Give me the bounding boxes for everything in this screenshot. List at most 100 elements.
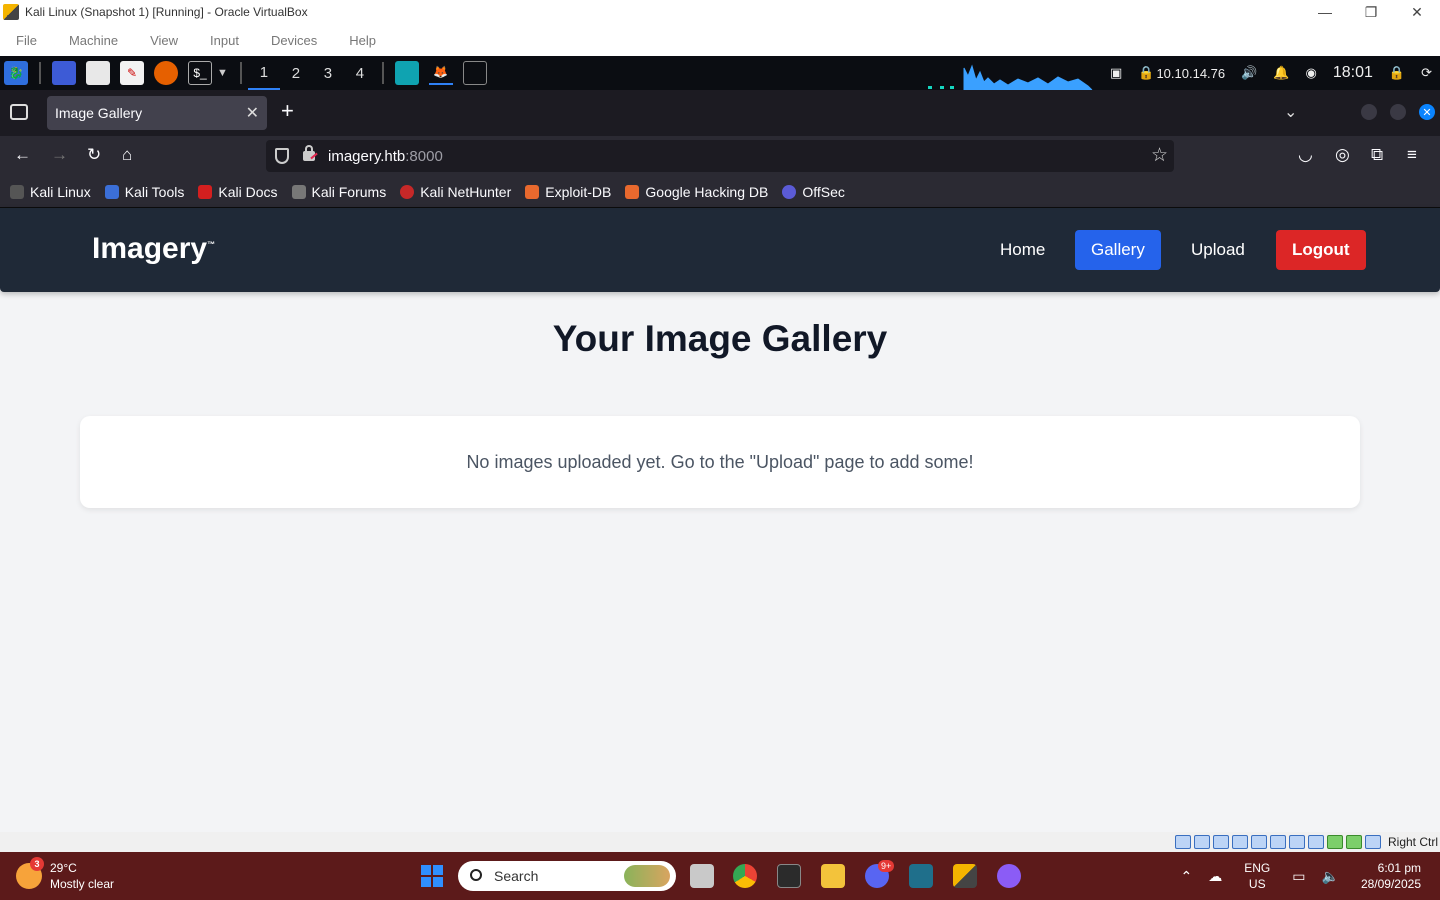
terminal-window-icon[interactable] [462, 61, 487, 85]
logout-icon[interactable]: ⟳ [1421, 65, 1432, 81]
workspace-2[interactable]: 2 [280, 56, 312, 90]
terminal-launcher-icon[interactable]: $_ [188, 61, 212, 85]
volume-icon[interactable]: 🔈 [1322, 868, 1339, 885]
desktop-icon[interactable] [52, 61, 76, 85]
usb-icon[interactable] [1250, 835, 1267, 849]
recording-icon[interactable] [1307, 835, 1324, 849]
chevron-down-icon[interactable]: ⌄ [1284, 102, 1297, 122]
nav-home-link[interactable]: Home [984, 230, 1061, 270]
firefox-launcher-icon[interactable] [154, 61, 178, 85]
menu-machine[interactable]: Machine [53, 33, 134, 48]
panel-separator [381, 62, 384, 84]
chrome-icon[interactable] [733, 864, 757, 888]
volume-icon[interactable]: 🔊 [1241, 65, 1257, 81]
bookmark-kali-tools[interactable]: Kali Tools [104, 184, 184, 200]
network-graph [928, 64, 1093, 90]
file-explorer-icon[interactable] [821, 864, 845, 888]
insecure-lock-icon[interactable] [303, 145, 318, 161]
bookmark-kali-nethunter[interactable]: Kali NetHunter [400, 184, 511, 200]
mouse-integration-icon[interactable] [1345, 835, 1362, 849]
weather-temperature: 29°C [50, 861, 77, 875]
search-placeholder: Search [494, 868, 539, 884]
tracking-shield-icon[interactable] [275, 148, 289, 164]
menu-help[interactable]: Help [333, 33, 392, 48]
menu-hamburger-icon[interactable]: ≡ [1407, 145, 1417, 165]
account-icon[interactable]: ◎ [1335, 145, 1350, 165]
close-icon[interactable]: ✕ [1394, 0, 1440, 24]
language-indicator[interactable]: ENG US [1244, 860, 1270, 892]
storage-icon[interactable] [1174, 835, 1191, 849]
minimize-icon[interactable]: — [1302, 0, 1348, 24]
url-bar[interactable]: imagery.htb:8000 ☆ [266, 140, 1174, 172]
weather-icon: 3 [16, 857, 44, 889]
maximize-icon[interactable] [1390, 104, 1406, 120]
vpn-icon[interactable]: 🔒 [1138, 65, 1154, 81]
vscode-icon[interactable] [909, 864, 933, 888]
close-tab-icon[interactable]: ✕ [246, 103, 259, 123]
file-manager-icon[interactable] [86, 61, 110, 85]
site-brand[interactable]: Imagery™ [92, 232, 215, 266]
audio-icon[interactable] [1212, 835, 1229, 849]
chevron-down-icon[interactable]: ▼ [217, 67, 228, 79]
nav-gallery-link[interactable]: Gallery [1075, 230, 1161, 270]
network-icon[interactable] [1231, 835, 1248, 849]
close-icon[interactable]: ✕ [1419, 104, 1435, 120]
notification-icon[interactable]: 🔔 [1273, 65, 1289, 81]
app-window-icon[interactable] [394, 61, 419, 85]
logout-button[interactable]: Logout [1276, 230, 1366, 270]
pocket-icon[interactable]: ◡ [1298, 145, 1313, 165]
new-tab-icon[interactable]: + [281, 98, 294, 124]
optical-drive-icon[interactable] [1193, 835, 1210, 849]
bookmark-kali-docs[interactable]: Kali Docs [198, 184, 278, 200]
workspace-1[interactable]: 1 [247, 56, 280, 90]
display-icon[interactable]: ▣ [1110, 65, 1122, 81]
menu-input[interactable]: Input [194, 33, 255, 48]
tab-image-gallery[interactable]: Image Gallery ✕ [47, 96, 267, 130]
tab-list-icon[interactable] [10, 104, 28, 120]
shared-folders-icon[interactable] [1269, 835, 1286, 849]
bookmark-exploit-db[interactable]: Exploit-DB [525, 184, 611, 200]
windows-taskbar: 3 29°C Mostly clear Search 9+ ⌃ ☁ ENG US… [0, 852, 1440, 900]
bookmark-kali-forums[interactable]: Kali Forums [291, 184, 386, 200]
network-icon[interactable]: ▭ [1292, 868, 1305, 885]
taskbar-search[interactable]: Search [458, 861, 676, 891]
nethunter-icon [400, 184, 415, 199]
kali-forums-icon [291, 184, 306, 199]
virtualbox-taskbar-icon[interactable] [953, 864, 977, 888]
task-view-icon[interactable] [690, 864, 714, 888]
menu-file[interactable]: File [0, 33, 53, 48]
start-button[interactable] [421, 865, 443, 887]
bookmark-star-icon[interactable]: ☆ [1151, 144, 1168, 167]
bookmark-kali-linux[interactable]: Kali Linux [10, 184, 91, 200]
extensions-icon[interactable]: ⧉ [1371, 145, 1383, 165]
system-clock[interactable]: 6:01 pm 28/09/2025 [1361, 860, 1421, 892]
menu-devices[interactable]: Devices [255, 33, 333, 48]
reload-icon[interactable]: ↻ [87, 145, 101, 165]
minimize-icon[interactable] [1361, 104, 1377, 120]
app-icon[interactable] [997, 864, 1021, 888]
terminal-icon[interactable] [777, 864, 801, 888]
menu-view[interactable]: View [134, 33, 194, 48]
bookmark-google-hacking-db[interactable]: Google Hacking DB [625, 184, 768, 200]
bookmark-offsec[interactable]: OffSec [782, 184, 845, 200]
firefox-window-icon[interactable]: 🦊 [428, 61, 453, 85]
workspace-4[interactable]: 4 [344, 56, 376, 90]
weather-widget[interactable]: 3 29°C Mostly clear [16, 857, 114, 892]
panel-clock[interactable]: 18:01 [1333, 64, 1373, 82]
chevron-up-icon[interactable]: ⌃ [1181, 868, 1193, 885]
display-icon[interactable] [1288, 835, 1305, 849]
restore-icon[interactable]: ❐ [1348, 0, 1394, 24]
home-icon[interactable]: ⌂ [122, 145, 132, 165]
onedrive-icon[interactable]: ☁ [1208, 868, 1222, 885]
keyboard-icon[interactable] [1364, 835, 1381, 849]
kali-menu-icon[interactable]: 🐉 [4, 61, 28, 85]
forward-icon[interactable]: → [51, 145, 68, 165]
nav-upload-link[interactable]: Upload [1175, 230, 1261, 270]
workspace-3[interactable]: 3 [312, 56, 344, 90]
text-editor-icon[interactable]: ✎ [120, 61, 144, 85]
power-status-icon[interactable]: ◉ [1306, 65, 1317, 81]
back-icon[interactable]: ← [14, 145, 31, 165]
browser-navbar: ← → ↻ ⌂ imagery.htb:8000 ☆ ◡ ◎ ⧉ ≡ [0, 136, 1440, 176]
lock-icon[interactable]: 🔒 [1389, 65, 1405, 81]
cpu-icon[interactable] [1326, 835, 1343, 849]
